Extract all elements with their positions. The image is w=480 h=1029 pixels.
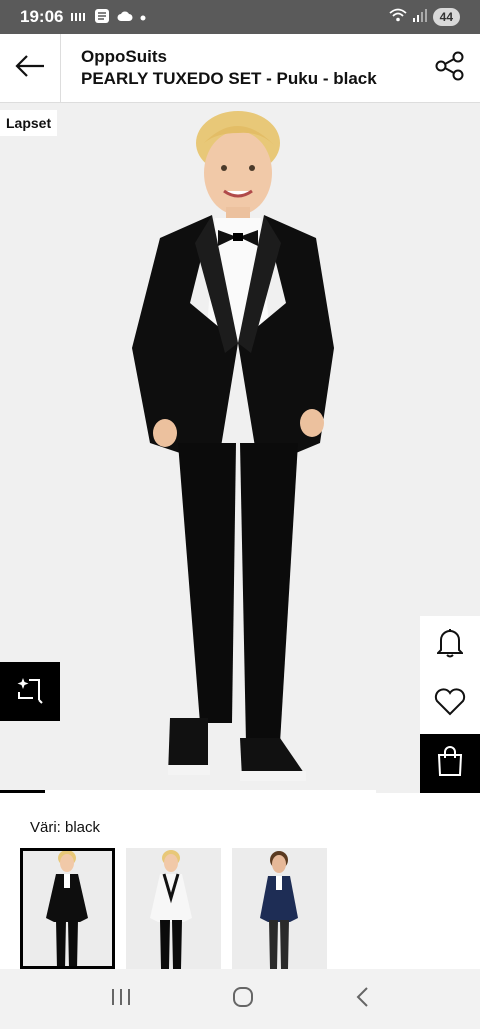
back-icon[interactable] bbox=[354, 986, 370, 1013]
battery-indicator: 44 bbox=[432, 8, 460, 26]
heart-icon bbox=[434, 688, 466, 721]
wifi-icon bbox=[389, 7, 407, 27]
notify-button[interactable] bbox=[420, 616, 480, 675]
product-actions bbox=[420, 616, 480, 793]
product-image-gallery[interactable]: Lapset bbox=[0, 103, 480, 793]
recent-apps-icon[interactable] bbox=[110, 987, 132, 1012]
swatch-navy[interactable] bbox=[232, 848, 327, 969]
cellular-icon bbox=[412, 7, 427, 27]
bell-icon bbox=[435, 628, 465, 663]
wishlist-button[interactable] bbox=[420, 675, 480, 734]
product-photo bbox=[120, 103, 360, 793]
title-block: OppoSuits PEARLY TUXEDO SET - Puku - bla… bbox=[61, 46, 420, 90]
color-swatches bbox=[20, 848, 327, 969]
image-progress-fill bbox=[0, 790, 46, 793]
cloud-icon bbox=[117, 10, 133, 25]
back-button[interactable] bbox=[0, 33, 61, 103]
share-button[interactable] bbox=[420, 34, 480, 103]
dot-icon bbox=[140, 10, 146, 24]
signal-bars-icon bbox=[71, 10, 87, 24]
share-icon bbox=[434, 50, 466, 87]
system-nav-bar bbox=[0, 969, 480, 1029]
visual-search-button[interactable] bbox=[0, 662, 60, 721]
shopping-bag-icon bbox=[436, 745, 464, 782]
add-to-bag-button[interactable] bbox=[420, 734, 480, 793]
arrow-left-icon bbox=[14, 54, 46, 83]
sparkle-crop-icon bbox=[15, 674, 45, 709]
app-notification-icon bbox=[94, 8, 110, 27]
image-progress-track bbox=[0, 790, 376, 793]
product-title: PEARLY TUXEDO SET - Puku - black bbox=[81, 69, 377, 88]
swatch-black[interactable] bbox=[20, 848, 115, 969]
home-icon[interactable] bbox=[231, 985, 255, 1014]
brand-name[interactable]: OppoSuits bbox=[81, 46, 420, 68]
category-tag: Lapset bbox=[0, 110, 58, 136]
color-label: Väri: black bbox=[30, 819, 101, 836]
product-header: OppoSuits PEARLY TUXEDO SET - Puku - bla… bbox=[0, 33, 480, 103]
swatch-white[interactable] bbox=[126, 848, 221, 969]
status-bar: 19:06 44 bbox=[0, 0, 480, 34]
status-time: 19:06 bbox=[20, 7, 64, 26]
